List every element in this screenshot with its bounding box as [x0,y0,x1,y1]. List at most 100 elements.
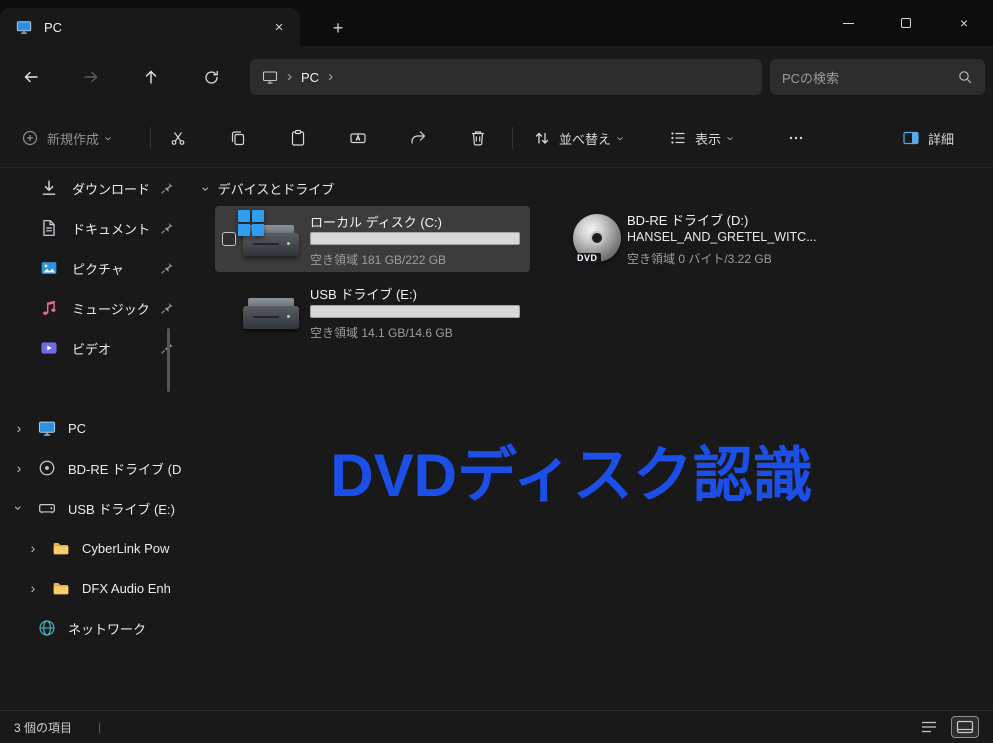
drive-led [287,315,290,318]
search-box[interactable]: PCの検索 [770,59,985,95]
sidebar-item-cyberlink-folder[interactable]: › CyberLink Pow [0,528,190,568]
view-button[interactable]: 表示 › [660,120,742,156]
refresh-icon [203,69,220,86]
section-devices-and-drives[interactable]: › デバイスとドライブ [204,179,334,198]
pc-icon [38,419,56,437]
drive-volume-label: HANSEL_AND_GRETEL_WITC... [627,230,817,244]
status-separator: | [98,720,101,734]
pictures-icon [40,259,58,277]
chevron-right-icon[interactable]: › [12,421,26,435]
back-button[interactable] [11,59,51,95]
close-button[interactable]: × [935,0,993,46]
sidebar-item-pc[interactable]: › PC [0,408,190,448]
paste-button[interactable] [278,120,318,156]
titlebar: PC × + × [0,0,993,46]
navigation-bar: › PC › PCの検索 [0,46,993,108]
drive-icon [241,216,301,262]
progress-bar [310,232,520,245]
rename-icon [349,129,367,147]
sidebar-scrollbar[interactable] [167,328,170,392]
chevron-right-icon[interactable]: › [12,461,26,475]
maximize-button[interactable] [877,0,935,46]
sidebar-item-documents[interactable]: ドキュメント [0,208,190,248]
sidebar-item-network[interactable]: ネットワーク [0,608,190,648]
sidebar: ダウンロード ドキュメント ピクチャ ミュージック ビデオ › PC [0,168,190,710]
view-toggles [915,716,979,738]
search-placeholder: PCの検索 [782,68,957,87]
search-icon [957,69,973,85]
delete-button[interactable] [458,120,498,156]
breadcrumb-pc[interactable]: PC [301,70,319,85]
chevron-right-icon[interactable]: › [26,581,40,595]
more-button[interactable] [776,120,816,156]
sidebar-item-usb-drive[interactable]: › USB ドライブ (E:) [0,488,190,528]
chevron-right-icon: › [287,69,292,86]
back-icon [22,68,40,86]
drive-slot [253,243,279,245]
minimize-button[interactable] [819,0,877,46]
paste-icon [289,129,307,147]
chevron-down-icon[interactable]: › [199,186,213,191]
dvd-logo-label: DVD [574,253,601,263]
sidebar-item-pictures[interactable]: ピクチャ [0,248,190,288]
sidebar-item-label: USB ドライブ (E:) [68,499,190,518]
large-icons-view-button[interactable] [951,716,979,738]
chevron-right-icon[interactable]: › [328,69,333,86]
chevron-right-icon[interactable]: › [26,541,40,555]
chevron-down-icon: › [615,136,628,140]
rename-button[interactable] [338,120,378,156]
checkbox[interactable] [222,232,236,246]
drive-free-space: 空き領域 0 バイト/3.22 GB [627,250,772,267]
sidebar-item-downloads[interactable]: ダウンロード [0,168,190,208]
cut-button[interactable] [158,120,198,156]
folder-icon [52,579,70,597]
list-view-icon [920,720,938,734]
music-icon [40,299,58,317]
monitor-icon [262,69,278,85]
new-button[interactable]: 新規作成 › [12,120,120,156]
video-icon [40,339,58,357]
disc-icon [38,459,56,477]
sidebar-item-bdre-drive[interactable]: › BD-RE ドライブ (D [0,448,190,488]
copy-icon [229,129,247,147]
caption-overlay-text: DVDディスク認識 [190,446,953,506]
forward-button[interactable] [71,59,111,95]
details-button[interactable]: 詳細 [893,120,963,156]
forward-icon [82,68,100,86]
refresh-button[interactable] [191,59,231,95]
new-tab-button[interactable]: + [324,15,352,41]
new-plus-icon [21,129,39,147]
status-bar: 3 個の項目 | [0,710,993,743]
cut-icon [169,129,187,147]
share-icon [409,129,427,147]
minimize-icon [843,23,854,24]
sidebar-item-videos[interactable]: ビデオ [0,328,190,368]
sidebar-item-label: ドキュメント [72,219,160,238]
copy-button[interactable] [218,120,258,156]
tab-close-button[interactable]: × [266,15,292,39]
pin-icon [160,261,174,275]
address-bar[interactable]: › PC › [250,59,762,95]
drive-item-bdre-d[interactable]: DVD BD-RE ドライブ (D:) HANSEL_AND_GRETEL_WI… [565,206,895,272]
sidebar-item-label: CyberLink Pow [82,541,190,556]
up-button[interactable] [131,59,171,95]
sort-button[interactable]: 並べ替え › [524,120,632,156]
sidebar-item-music[interactable]: ミュージック [0,288,190,328]
drive-free-space: 空き領域 14.1 GB/14.6 GB [310,324,453,341]
sidebar-item-dfx-folder[interactable]: › DFX Audio Enh [0,568,190,608]
pin-icon [160,221,174,235]
section-title: デバイスとドライブ [218,179,335,198]
drive-item-usb-e[interactable]: USB ドライブ (E:) 空き領域 14.1 GB/14.6 GB [215,280,530,346]
tab-pc[interactable]: PC × [0,8,300,46]
view-label: 表示 [695,129,721,148]
explorer-window: PC × + × › PC › [0,0,993,743]
details-view-button[interactable] [915,716,943,738]
drive-item-local-disk-c[interactable]: ローカル ディスク (C:) 空き領域 181 GB/222 GB [215,206,530,272]
drive-name: ローカル ディスク (C:) [310,212,442,231]
share-button[interactable] [398,120,438,156]
view-icon [669,129,687,147]
dvd-disc-icon: DVD [565,206,625,252]
chevron-down-icon: › [725,136,738,140]
pin-icon [160,301,174,315]
chevron-down-icon[interactable]: › [12,501,26,515]
